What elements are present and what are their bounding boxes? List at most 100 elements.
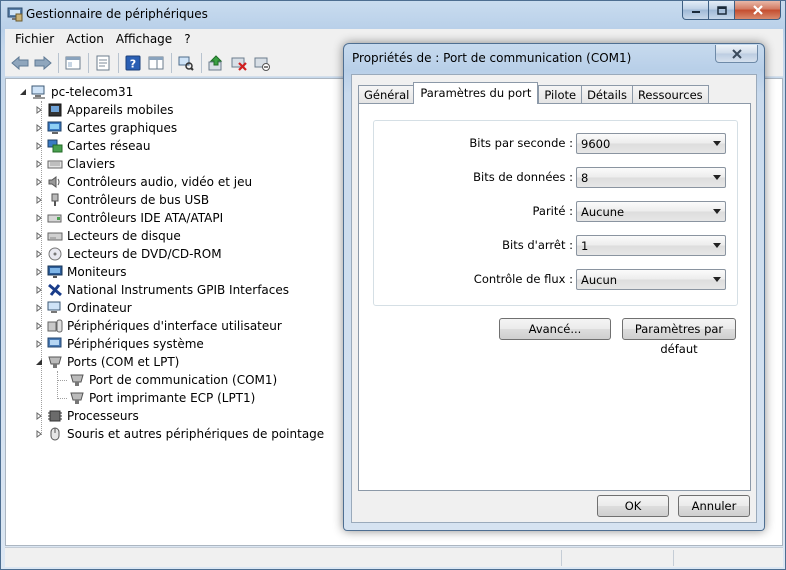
- data-bits-label: Bits de données :: [473, 170, 573, 184]
- scan-hardware-button[interactable]: [175, 52, 197, 74]
- expand-icon[interactable]: [34, 249, 44, 259]
- tree-item-audio-controllers[interactable]: Contrôleurs audio, vidéo et jeu: [34, 173, 252, 191]
- expand-icon[interactable]: [34, 177, 44, 187]
- tree-root[interactable]: pc-telecom31: [18, 83, 133, 101]
- toolbar-separator: [171, 52, 172, 73]
- status-bar: [5, 547, 783, 567]
- tree-item-usb-controllers[interactable]: Contrôleurs de bus USB: [34, 191, 209, 209]
- expand-icon[interactable]: [34, 339, 44, 349]
- bits-per-second-select[interactable]: 9600: [576, 133, 726, 154]
- menu-help[interactable]: ?: [178, 29, 196, 49]
- expand-icon[interactable]: [34, 321, 44, 331]
- expand-icon[interactable]: [34, 195, 44, 205]
- dropdown-arrow-icon: [713, 175, 721, 180]
- advanced-button[interactable]: Avancé...: [499, 318, 611, 340]
- cancel-button[interactable]: Annuler: [678, 495, 750, 517]
- tab-details[interactable]: Détails: [581, 85, 633, 104]
- flow-control-value: Aucun: [581, 273, 618, 287]
- uninstall-button[interactable]: [228, 52, 250, 74]
- expand-icon[interactable]: [34, 303, 44, 313]
- port-icon: [46, 354, 64, 370]
- tree-item-system-devices[interactable]: Périphériques système: [34, 335, 204, 353]
- parity-select[interactable]: Aucune: [576, 201, 726, 222]
- menu-action[interactable]: Action: [60, 29, 110, 49]
- tree-item-display-adapters[interactable]: Cartes graphiques: [34, 119, 177, 137]
- menu-file[interactable]: Fichier: [9, 29, 60, 49]
- tree-item-label: Ports (COM et LPT): [67, 355, 180, 369]
- flow-control-select[interactable]: Aucun: [576, 269, 726, 290]
- restore-defaults-button[interactable]: Paramètres par défaut: [622, 318, 736, 356]
- scan-hardware-icon: [178, 56, 194, 71]
- expand-icon[interactable]: [34, 411, 44, 421]
- tree-item-mice[interactable]: Souris et autres périphériques de pointa…: [34, 425, 324, 443]
- tree-item-disk-drives[interactable]: Lecteurs de disque: [34, 227, 181, 245]
- expand-icon[interactable]: [34, 429, 44, 439]
- stop-bits-select[interactable]: 1: [576, 235, 726, 256]
- tree-item-label: Lecteurs de disque: [67, 229, 181, 243]
- maximize-button[interactable]: [709, 1, 735, 20]
- expand-icon[interactable]: [34, 213, 44, 223]
- tab-general[interactable]: Général: [358, 85, 416, 104]
- tab-resources[interactable]: Ressources: [631, 85, 709, 104]
- computer-icon: [30, 84, 48, 100]
- tab-strip: Général Paramètres du port Pilote Détail…: [358, 81, 709, 104]
- dialog-close-button[interactable]: [715, 45, 758, 63]
- status-divider: [561, 550, 562, 566]
- forward-button[interactable]: [32, 52, 54, 74]
- port-icon: [68, 390, 86, 406]
- tree-item-mobile-devices[interactable]: Appareils mobiles: [34, 101, 174, 119]
- dropdown-arrow-icon: [713, 243, 721, 248]
- help-icon: ?: [125, 55, 141, 70]
- tree-item-keyboards[interactable]: Claviers: [34, 155, 115, 173]
- tree-item-ide-controllers[interactable]: Contrôleurs IDE ATA/ATAPI: [34, 209, 223, 227]
- tree-item-label: Souris et autres périphériques de pointa…: [67, 427, 325, 441]
- help-button[interactable]: ?: [122, 52, 144, 74]
- flow-control-row: Contrôle de flux : Aucun: [374, 269, 739, 291]
- tree-item-dvd-drives[interactable]: Lecteurs de DVD/CD-ROM: [34, 245, 222, 263]
- tab-driver[interactable]: Pilote: [538, 85, 583, 104]
- expand-icon[interactable]: [34, 159, 44, 169]
- tree-item-label: Contrôleurs de bus USB: [67, 193, 210, 207]
- console-tree-icon: [65, 56, 81, 69]
- tab-port-settings[interactable]: Paramètres du port: [413, 82, 539, 104]
- minimize-button[interactable]: [682, 1, 709, 20]
- tree-item-com1[interactable]: Port de communication (COM1): [68, 371, 277, 389]
- speaker-icon: [46, 174, 64, 190]
- update-driver-button[interactable]: [205, 52, 227, 74]
- ok-button[interactable]: OK: [597, 495, 669, 517]
- tree-item-ports[interactable]: Ports (COM et LPT): [34, 353, 179, 371]
- title-bar[interactable]: Gestionnaire de périphériques: [1, 1, 785, 27]
- keyboard-icon: [46, 156, 64, 172]
- usb-icon: [46, 192, 64, 208]
- tree-item-label: Lecteurs de DVD/CD-ROM: [67, 247, 222, 261]
- tree-item-gpib-interfaces[interactable]: National Instruments GPIB Interfaces: [34, 281, 289, 299]
- close-icon: [752, 5, 763, 15]
- expand-icon[interactable]: [34, 267, 44, 277]
- tree-item-processors[interactable]: Processeurs: [34, 407, 139, 425]
- computer-icon: [46, 300, 64, 316]
- tree-item-monitors[interactable]: Moniteurs: [34, 263, 127, 281]
- tree-item-hid-devices[interactable]: Périphériques d'interface utilisateur: [34, 317, 282, 335]
- expand-icon[interactable]: [34, 285, 44, 295]
- update-driver-icon: [208, 54, 223, 70]
- back-button[interactable]: [9, 52, 31, 74]
- data-bits-row: Bits de données : 8: [374, 167, 739, 189]
- expand-icon[interactable]: [34, 123, 44, 133]
- properties-button[interactable]: [92, 52, 114, 74]
- tree-item-label: National Instruments GPIB Interfaces: [67, 283, 290, 297]
- menu-view[interactable]: Affichage: [110, 29, 178, 49]
- action-pane-button[interactable]: [145, 52, 167, 74]
- tree-item-lpt1[interactable]: Port imprimante ECP (LPT1): [68, 389, 255, 407]
- up-level-button[interactable]: [62, 52, 84, 74]
- expand-icon[interactable]: [34, 231, 44, 241]
- disable-button[interactable]: [251, 52, 273, 74]
- properties-icon: [96, 55, 110, 70]
- collapse-icon[interactable]: [34, 357, 44, 367]
- expand-icon[interactable]: [34, 141, 44, 151]
- tree-item-computer[interactable]: Ordinateur: [34, 299, 132, 317]
- data-bits-select[interactable]: 8: [576, 167, 726, 188]
- collapse-icon[interactable]: [18, 87, 28, 97]
- close-button[interactable]: [735, 1, 781, 20]
- expand-icon[interactable]: [34, 105, 44, 115]
- tree-item-network-adapters[interactable]: Cartes réseau: [34, 137, 150, 155]
